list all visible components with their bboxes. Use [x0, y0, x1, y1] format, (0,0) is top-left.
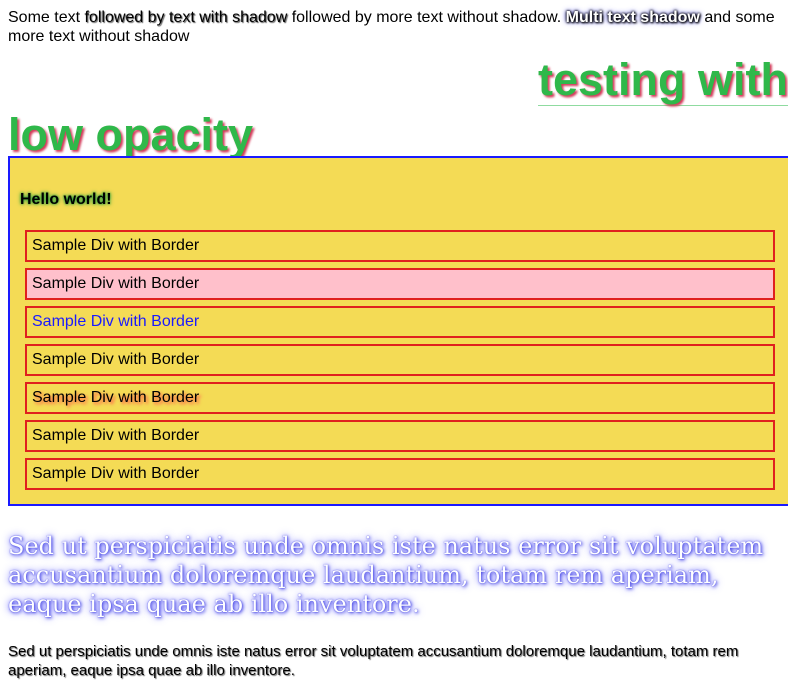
sample-div-6: Sample Div with Border: [25, 420, 775, 452]
sample-div-3: Sample Div with Border: [25, 306, 775, 338]
sample-div-7: Sample Div with Border: [25, 458, 775, 490]
opacity-heading: testing with low opacity: [8, 52, 788, 162]
sample-div-5: Sample Div with Border: [25, 382, 775, 414]
multi-shadow-text: Multi text shadow: [565, 9, 700, 26]
sample-div-1: Sample Div with Border: [25, 230, 775, 262]
serif-glow-paragraph: Sed ut perspiciatis unde omnis iste natu…: [8, 532, 764, 618]
intro-paragraph: Some text followed by text with shadow f…: [8, 8, 788, 46]
opacity-heading-line-1: testing with: [538, 54, 788, 106]
sample-div-4: Sample Div with Border: [25, 344, 775, 376]
intro-text-2: followed by more text without shadow.: [287, 9, 566, 26]
sample-div-2: Sample Div with Border: [25, 268, 775, 300]
small-shadow-paragraph: Sed ut perspiciatis unde omnis iste natu…: [8, 643, 739, 679]
opacity-heading-line-2: low opacity: [8, 109, 254, 161]
hello-heading: Hello world!: [20, 191, 112, 208]
shadow-text: followed by text with shadow: [84, 9, 288, 26]
yellow-container: Hello world! Sample Div with Border Samp…: [8, 156, 788, 506]
intro-text-1: Some text: [8, 9, 85, 26]
